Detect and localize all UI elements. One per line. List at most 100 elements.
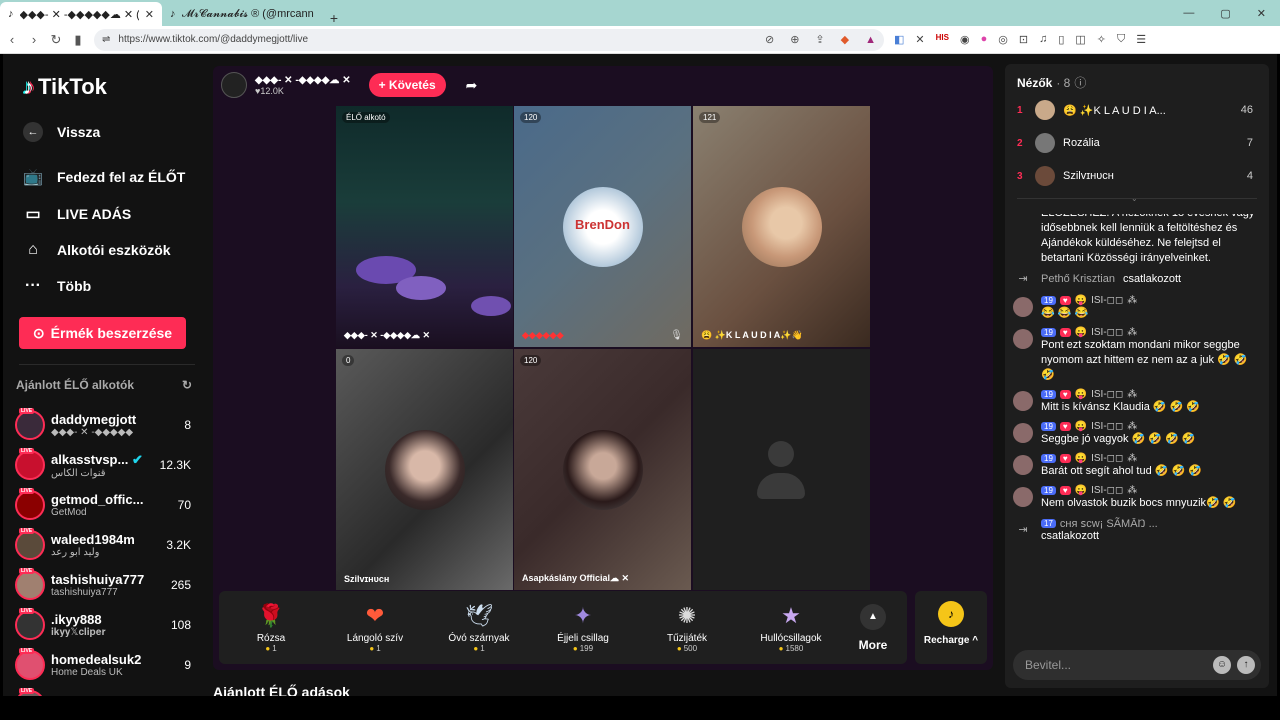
follow-button[interactable]: + Követés	[368, 73, 446, 97]
chat-username[interactable]: ISI-◻◻	[1091, 485, 1123, 496]
extension-icon[interactable]: ◎	[998, 33, 1008, 46]
recharge-button[interactable]: ♪ Recharge ^	[915, 591, 987, 664]
browser-tab[interactable]: ♪ 𝓜𝓻𝓒𝓪𝓷𝓷𝓪𝓫𝓲𝓼 ® (@mrcannabis	[162, 2, 322, 26]
collapse-chevron-icon[interactable]: ⌄	[1131, 194, 1138, 203]
new-tab-button[interactable]: +	[322, 10, 346, 26]
translate-icon[interactable]: ⊘	[765, 33, 774, 46]
bookmark-icon[interactable]: ▮	[72, 32, 84, 48]
viewer-count: 265	[170, 578, 191, 592]
gift-firework[interactable]: ✺ Tűzijáték 500	[635, 603, 739, 653]
rewards-icon[interactable]: ▲	[865, 34, 876, 46]
chat-text: Mitt is kívánsz Klaudia 🤣 🤣 🤣	[1041, 401, 1201, 413]
tiktok-logo[interactable]: ♪ TikTok	[23, 74, 107, 100]
share-icon[interactable]: ⇪	[815, 33, 824, 46]
extension-icon[interactable]: ◉	[960, 33, 970, 46]
avatar[interactable]	[1013, 329, 1033, 349]
guest-cell[interactable]: 120 Asapkáslány Official☁ ✕	[514, 349, 691, 590]
zoom-icon[interactable]: ⊕	[790, 33, 799, 46]
browser-tab-active[interactable]: ♪ ◆◆◆- ✕ -◆◆◆◆◆☁ ✕ (@d ✕	[0, 2, 162, 26]
host-name[interactable]: ◆◆◆- ✕ -◆◆◆◆☁ ✕	[255, 75, 351, 86]
reload-icon[interactable]: ↻	[50, 32, 62, 48]
creator-item[interactable]: LIVE tashishuiya777 tashishuiya777 265	[15, 567, 191, 603]
gift-rose[interactable]: 🌹 Rózsa 1	[219, 603, 323, 653]
guest-cell[interactable]: 121 😩 ✨K L A U D I A✨👋	[693, 106, 870, 347]
get-coins-button[interactable]: ⊙ Érmék beszerzése	[19, 317, 186, 349]
host-bar: ◆◆◆- ✕ -◆◆◆◆☁ ✕ ♥12.0K + Követés ➦	[221, 72, 477, 98]
team-icon: ⁂	[1127, 389, 1138, 400]
music-icon[interactable]: ♫	[1039, 33, 1047, 46]
extension-icon[interactable]: ⊡	[1019, 33, 1028, 46]
chat-message: 19 ♥ 😛 ISI-◻◻ ⁂ Mitt is kívánsz Klaudia 🤣 🤣 …	[1013, 389, 1261, 415]
avatar[interactable]	[1013, 487, 1033, 507]
chat-username[interactable]: ISI-◻◻	[1091, 453, 1123, 464]
refresh-icon[interactable]: ↻	[182, 378, 192, 392]
send-icon[interactable]: ↑	[1237, 656, 1255, 674]
guest-cell-host[interactable]: ÉLŐ alkotó ◆◆◆- ✕ -◆◆◆◆☁ ✕	[336, 106, 513, 347]
maximize-icon[interactable]: ▢	[1220, 7, 1230, 20]
menu-icon[interactable]: ☰	[1136, 33, 1146, 46]
host-avatar[interactable]	[221, 72, 247, 98]
tiktok-favicon-icon: ♪	[170, 8, 176, 20]
empty-guest-slot[interactable]	[693, 349, 870, 590]
creator-item[interactable]: LIVE .ikyy888 𝐢𝐤𝐲𝐲𝕏𝐜𝐥𝐢𝐩𝐞𝐫 108	[15, 607, 191, 643]
top-viewer-row[interactable]: 2 Rozália 7	[1017, 133, 1253, 153]
chat-username[interactable]: ISI-◻◻	[1091, 327, 1123, 338]
extension-icon[interactable]: HIS	[936, 33, 949, 46]
gift-night-star[interactable]: ✦ Éjjeli csillag 199	[531, 603, 635, 653]
info-icon[interactable]: ⓘ	[1074, 74, 1086, 91]
back-link[interactable]: ← Vissza	[23, 122, 100, 142]
creator-item[interactable]: LIVE waleed1984m وليد ابو رعد 3.2K	[15, 527, 191, 563]
sidebar-icon[interactable]: ▯	[1058, 33, 1064, 46]
guest-cell[interactable]: 120 BrenDon ◆◆◆◆◆◆ 🎙	[514, 106, 691, 347]
top-viewer-row[interactable]: 3 Szilvɪʜᴜᴄʜ 4	[1017, 166, 1253, 186]
minimize-icon[interactable]: —	[1183, 7, 1194, 20]
join-username[interactable]: ᴄʜᴙ ꜱᴄᴡ¡ SÃMĀŊ ...	[1060, 517, 1158, 530]
guest-avatar	[384, 429, 465, 510]
cell-label: ◆◆◆◆◆◆	[522, 330, 564, 340]
extension-icon[interactable]: ●	[981, 33, 988, 46]
more-gifts-button[interactable]: ▲ More	[843, 603, 903, 652]
share-icon[interactable]: ➦	[466, 77, 478, 94]
creator-item[interactable]: LIVE homedealsuk2 Home Deals UK 9	[15, 647, 191, 683]
sidebar-item-more[interactable]: ··· Több	[23, 277, 91, 295]
avatar[interactable]	[1013, 423, 1033, 443]
gift-wings[interactable]: 🕊 Óvó szárnyak 1	[427, 603, 531, 653]
avatar[interactable]	[1013, 297, 1033, 317]
close-window-icon[interactable]: ✕	[1257, 7, 1266, 20]
chat-username[interactable]: ISI-◻◻	[1091, 421, 1123, 432]
gift-heart[interactable]: ❤ Lángoló szív 1	[323, 603, 427, 653]
emoji-icon[interactable]: ☺	[1213, 656, 1231, 674]
vpn-icon[interactable]: ⛉	[1117, 33, 1125, 46]
forward-arrow-icon[interactable]: ›	[28, 32, 40, 47]
creator-item[interactable]: LIVE hemerke533	[15, 687, 191, 696]
sidebar-item-explore-live[interactable]: 📺 Fedezd fel az ÉLŐT	[23, 167, 185, 187]
viewer-score: 7	[1246, 137, 1253, 149]
creator-item[interactable]: LIVE daddymegjott ◆◆◆- ✕ -◆◆◆◆◆ 8	[15, 407, 191, 443]
gift-shooting-stars[interactable]: ★ Hullócsillagok 1580	[739, 603, 843, 653]
browser-tabbar: ♪ ◆◆◆- ✕ -◆◆◆◆◆☁ ✕ (@d ✕ ♪ 𝓜𝓻𝓒𝓪𝓷𝓷𝓪𝓫𝓲𝓼 ® …	[0, 0, 1280, 26]
extension-icon[interactable]: ✕	[915, 33, 924, 46]
extension-icon[interactable]: ◧	[894, 33, 904, 46]
join-username[interactable]: Pethő Krisztian	[1041, 273, 1115, 285]
close-tab-icon[interactable]: ✕	[145, 8, 154, 21]
top-viewer-row[interactable]: 1 😩 ✨K L A U D I A... 46	[1017, 100, 1253, 120]
back-arrow-icon[interactable]: ‹	[6, 32, 18, 47]
team-icon: ⁂	[1127, 453, 1138, 464]
sidebar-item-creator-tools[interactable]: ⌂ Alkotói eszközök	[23, 241, 170, 259]
recharge-label: Recharge ^	[923, 635, 979, 646]
avatar[interactable]	[1013, 455, 1033, 475]
address-bar[interactable]: ⇌ https://www.tiktok.com/@daddymegjott/l…	[94, 28, 884, 51]
ai-icon[interactable]: ✧	[1097, 33, 1106, 46]
chat-username[interactable]: ISI-◻◻	[1091, 295, 1123, 306]
chat-input[interactable]	[1025, 658, 1207, 672]
sidebar-item-go-live[interactable]: ▭ LIVE ADÁS	[23, 204, 131, 224]
creator-item[interactable]: LIVE alkasstvsp... ✔ قنوات الكأس 12.3K	[15, 447, 191, 483]
site-info-icon[interactable]: ⇌	[102, 34, 110, 45]
wallet-icon[interactable]: ◫	[1075, 33, 1085, 46]
avatar[interactable]	[1013, 391, 1033, 411]
brave-shield-icon[interactable]: ◆	[841, 33, 849, 46]
creator-item[interactable]: LIVE getmod_offic... GetMod 70	[15, 487, 191, 523]
guest-cell[interactable]: 0 Szilvɪʜᴜᴄʜ	[336, 349, 513, 590]
chat-username[interactable]: ISI-◻◻	[1091, 389, 1123, 400]
back-label: Vissza	[57, 124, 101, 140]
